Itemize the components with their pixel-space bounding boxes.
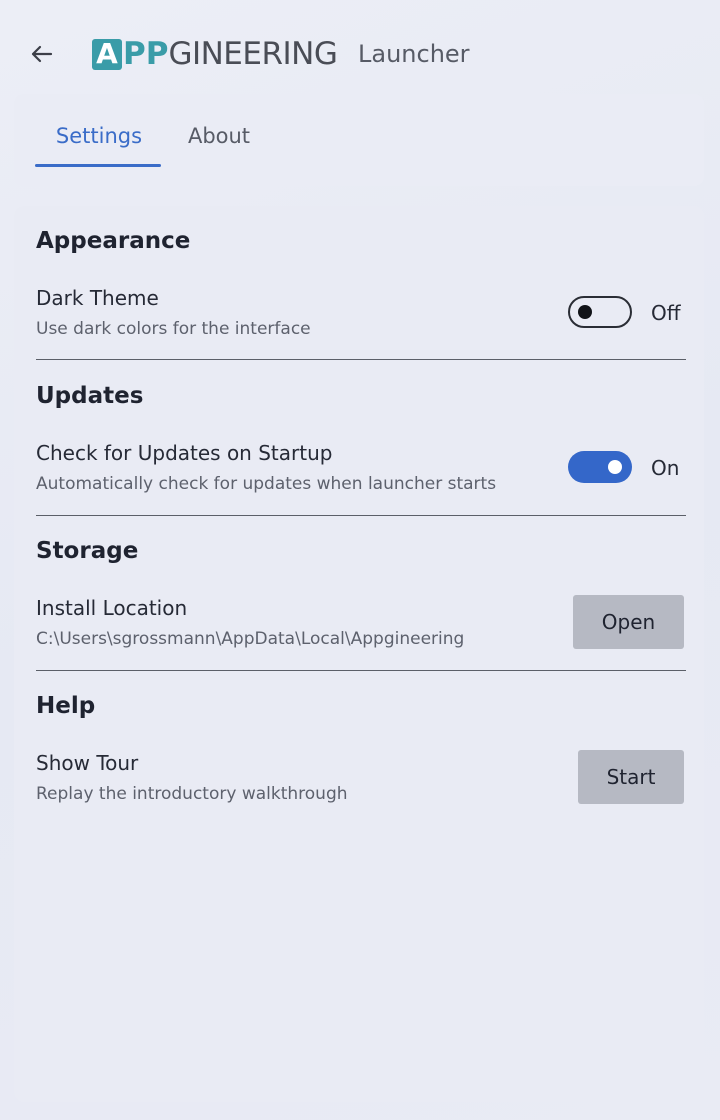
install-location-path: C:\Users\sgrossmann\AppData\Local\Appgin… (36, 629, 465, 649)
section-title-updates: Updates (36, 383, 144, 409)
arrow-left-icon (31, 45, 53, 63)
divider (36, 359, 686, 360)
tab-bar: Settings About (14, 94, 704, 186)
divider (36, 515, 686, 516)
section-title-help: Help (36, 693, 96, 719)
divider (36, 670, 686, 671)
show-tour-description: Replay the introductory walkthrough (36, 784, 348, 804)
toggle-knob (608, 460, 622, 474)
logo-pp: PP (123, 35, 169, 72)
check-updates-title: Check for Updates on Startup (36, 441, 333, 465)
logo-letter-a: A (96, 37, 118, 70)
app-title: Launcher (358, 40, 470, 68)
section-title-storage: Storage (36, 538, 139, 564)
section-title-appearance: Appearance (36, 228, 191, 254)
check-updates-toggle[interactable] (568, 451, 632, 483)
dark-theme-title: Dark Theme (36, 286, 159, 310)
tab-settings[interactable]: Settings (36, 124, 162, 168)
appgineering-logo: A PP GINEERING (92, 34, 338, 74)
dark-theme-description: Use dark colors for the interface (36, 319, 311, 339)
check-updates-state: On (651, 456, 680, 480)
logo-gineering: GINEERING (168, 35, 338, 72)
back-button[interactable] (26, 38, 58, 70)
active-tab-indicator (35, 164, 161, 167)
tab-about[interactable]: About (174, 124, 264, 168)
header: A PP GINEERING Launcher (0, 0, 720, 92)
toggle-knob (578, 305, 592, 319)
logo-a-box: A (92, 37, 122, 70)
open-install-location-button[interactable]: Open (573, 595, 684, 649)
settings-panel: Appearance Dark Theme Use dark colors fo… (14, 206, 704, 1102)
dark-theme-state: Off (651, 301, 681, 325)
launcher-window: A PP GINEERING Launcher Settings About A… (0, 0, 720, 1120)
show-tour-title: Show Tour (36, 751, 139, 775)
install-location-title: Install Location (36, 596, 188, 620)
start-tour-button[interactable]: Start (578, 750, 684, 804)
check-updates-description: Automatically check for updates when lau… (36, 474, 497, 494)
dark-theme-toggle[interactable] (568, 296, 632, 328)
